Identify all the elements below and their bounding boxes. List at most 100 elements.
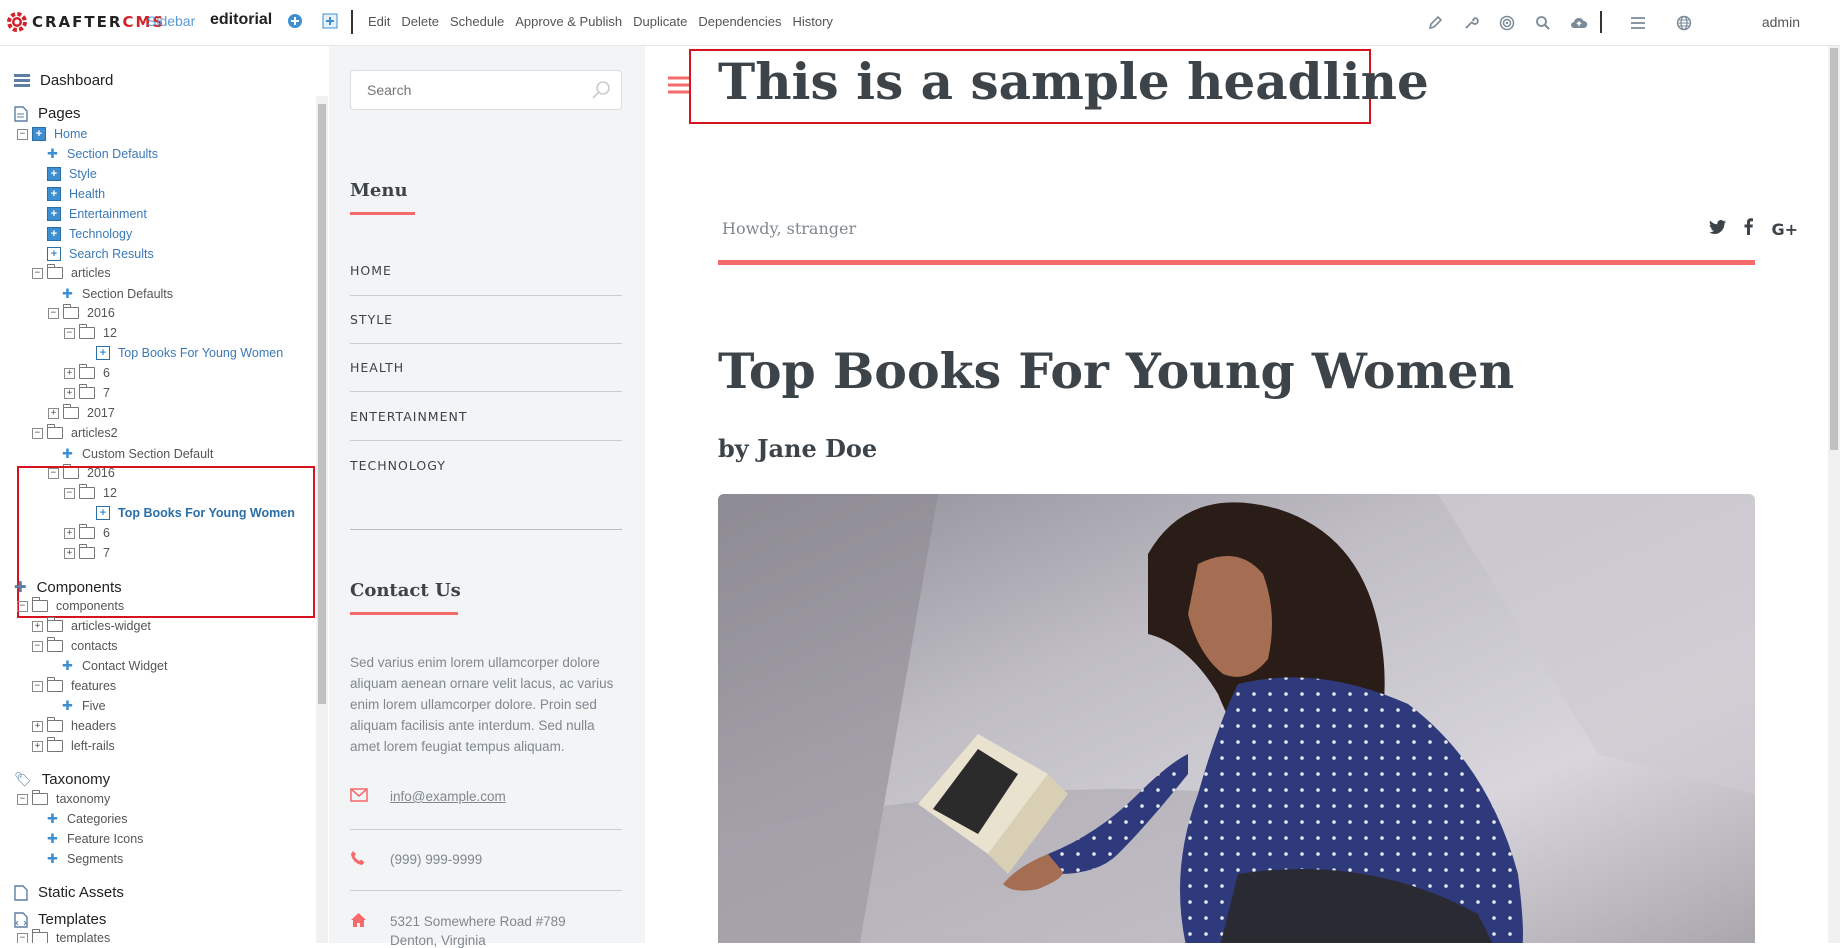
sidebar-item-templates[interactable]: Templates <box>14 911 106 928</box>
social-links: G+ <box>1709 218 1798 240</box>
sidebar-item-dashboard[interactable]: Dashboard <box>14 72 113 89</box>
nav-link-health[interactable]: HEALTH <box>350 360 622 375</box>
tree-node-12[interactable]: −12 <box>64 324 117 341</box>
twitter-icon[interactable] <box>1709 219 1727 239</box>
tree-node-search-results[interactable]: + Search Results <box>47 246 154 262</box>
sidebar-item-label: Templates <box>38 911 107 928</box>
tree-node-features[interactable]: − features <box>32 677 116 694</box>
history-button[interactable]: History <box>792 14 832 29</box>
main-scrollbar-thumb[interactable] <box>1830 48 1838 450</box>
tree-node-feature-icons[interactable]: ✚ Feature Icons <box>47 831 143 847</box>
cloud-upload-icon[interactable] <box>1567 11 1591 35</box>
sidebar-toggle-button[interactable]: Sidebar <box>147 13 195 29</box>
google-plus-icon[interactable]: G+ <box>1771 220 1798 239</box>
collapse-icon[interactable]: − <box>64 327 75 339</box>
collapse-icon[interactable]: − <box>17 932 28 943</box>
expand-icon[interactable]: + <box>32 740 43 752</box>
pencil-icon[interactable] <box>1423 11 1447 35</box>
tree-node-6[interactable]: +6 <box>64 364 110 381</box>
expand-icon[interactable]: + <box>48 407 59 419</box>
article-byline[interactable]: by Jane Doe <box>718 434 877 463</box>
sidebar-item-pages[interactable]: Pages <box>14 105 81 122</box>
crafter-logo[interactable]: CRAFTERCMS <box>5 10 165 34</box>
collapse-icon[interactable]: − <box>17 600 28 612</box>
search-box[interactable] <box>350 70 622 110</box>
target-icon[interactable] <box>1495 11 1519 35</box>
collapse-icon[interactable]: − <box>32 680 43 692</box>
nav-link-entertainment[interactable]: ENTERTAINMENT <box>350 409 622 424</box>
tree-node-articles-widget[interactable]: + articles-widget <box>32 617 151 634</box>
hamburger-menu-icon[interactable] <box>1626 11 1650 35</box>
folder-icon <box>47 737 63 752</box>
tree-node-2017[interactable]: +2017 <box>48 404 115 421</box>
tree-node-health[interactable]: + Health <box>47 186 105 202</box>
dependencies-button[interactable]: Dependencies <box>698 14 781 29</box>
tree-node-templates[interactable]: − templates <box>17 929 110 943</box>
expand-icon[interactable]: + <box>64 367 75 379</box>
nav-link-home[interactable]: HOME <box>350 263 622 278</box>
user-menu[interactable]: admin <box>1762 14 1800 30</box>
tree-node-section-defaults[interactable]: ✚ Section Defaults <box>47 146 158 162</box>
nav-link-style[interactable]: STYLE <box>350 312 622 327</box>
tree-node-style[interactable]: + Style <box>47 166 97 182</box>
approve-publish-button[interactable]: Approve & Publish <box>515 14 622 29</box>
hamburger-icon[interactable] <box>668 76 690 99</box>
new-content-icon[interactable] <box>322 13 338 34</box>
page-headline[interactable]: This is a sample headline <box>718 52 1429 111</box>
tree-node-contact-widget[interactable]: ✚ Contact Widget <box>62 658 167 674</box>
tree-node-articles[interactable]: − articles <box>32 264 111 281</box>
contact-email-link[interactable]: info@example.com <box>390 789 506 804</box>
expand-icon[interactable]: + <box>32 720 43 732</box>
collapse-icon[interactable]: − <box>17 793 28 805</box>
contact-phone: (999) 999-9999 <box>390 852 483 867</box>
tree-node-left-rails[interactable]: + left-rails <box>32 737 115 754</box>
collapse-icon[interactable]: − <box>17 128 28 140</box>
search-icon[interactable] <box>591 80 611 105</box>
collapse-icon[interactable]: − <box>48 307 59 319</box>
tree-node-technology[interactable]: + Technology <box>47 226 132 242</box>
tree-node-five[interactable]: ✚ Five <box>62 698 106 714</box>
tree-node-top-books[interactable]: + Top Books For Young Women <box>96 345 283 361</box>
expand-icon[interactable]: + <box>64 387 75 399</box>
tree-node-components[interactable]: − components <box>17 597 124 614</box>
search-input[interactable] <box>365 81 569 99</box>
tree-node-articles2[interactable]: − articles2 <box>32 424 118 441</box>
expand-icon[interactable]: + <box>32 620 43 632</box>
article-hero-image[interactable] <box>718 494 1755 943</box>
delete-button[interactable]: Delete <box>401 14 439 29</box>
tree-node-home[interactable]: − + Home <box>17 126 87 142</box>
tree-node-headers[interactable]: + headers <box>32 717 116 734</box>
envelope-icon <box>350 788 390 805</box>
wrench-icon[interactable] <box>1459 11 1483 35</box>
search-icon[interactable] <box>1531 11 1555 35</box>
facebook-icon[interactable] <box>1744 218 1754 240</box>
globe-icon[interactable] <box>1672 11 1696 35</box>
collapse-icon[interactable]: − <box>32 640 43 652</box>
tree-node-contacts[interactable]: − contacts <box>32 637 118 654</box>
site-name[interactable]: editorial <box>210 11 272 29</box>
tree-node-7[interactable]: +7 <box>64 384 110 401</box>
tree-node-segments[interactable]: ✚ Segments <box>47 851 123 867</box>
tree-node-categories[interactable]: ✚ Categories <box>47 811 127 827</box>
collapse-icon[interactable]: − <box>32 427 43 439</box>
tree-node-entertainment[interactable]: + Entertainment <box>47 206 147 222</box>
sidebar-item-static-assets[interactable]: Static Assets <box>14 884 124 901</box>
quick-create-icon[interactable] <box>287 13 303 34</box>
edit-button[interactable]: Edit <box>368 14 390 29</box>
folder-icon <box>47 424 63 439</box>
sidebar-item-taxonomy[interactable]: 🏷 Taxonomy <box>14 771 110 788</box>
tree-node-taxonomy[interactable]: − taxonomy <box>17 790 110 807</box>
puzzle-icon: ✚ <box>62 698 73 713</box>
nav-link-technology[interactable]: TECHNOLOGY <box>350 458 622 473</box>
sidebar-scrollbar-thumb[interactable] <box>318 104 326 704</box>
article-title[interactable]: Top Books For Young Women <box>718 342 1514 400</box>
tag-icon: ✚ <box>47 831 58 846</box>
tree-node-custom-section-default[interactable]: ✚ Custom Section Default <box>62 446 213 462</box>
sidebar-item-components[interactable]: ✚ Components <box>14 578 122 597</box>
tree-node-2016[interactable]: −2016 <box>48 304 115 321</box>
collapse-icon[interactable]: − <box>32 267 43 279</box>
duplicate-button[interactable]: Duplicate <box>633 14 687 29</box>
tree-node-articles-section-defaults[interactable]: ✚ Section Defaults <box>62 286 173 302</box>
folder-icon <box>79 364 95 379</box>
schedule-button[interactable]: Schedule <box>450 14 504 29</box>
